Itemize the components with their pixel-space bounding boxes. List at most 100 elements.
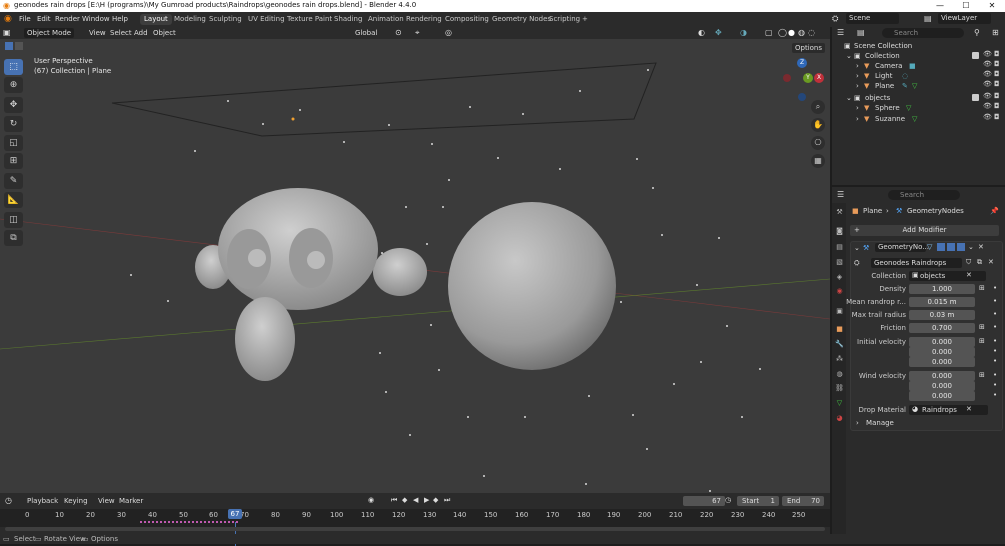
outliner-row[interactable]: › ▼ Sphere ▽ 👁 ◘: [832, 103, 1005, 113]
end-frame-field[interactable]: End 70: [782, 496, 824, 506]
play-reverse-icon[interactable]: ◀: [413, 496, 418, 504]
overlays-icon[interactable]: ◑: [740, 28, 747, 37]
shield-icon[interactable]: ⛉: [966, 258, 971, 267]
new-collection-icon[interactable]: ⊞: [992, 28, 999, 37]
clear-collection-icon[interactable]: ✕: [966, 271, 972, 279]
jump-end-icon[interactable]: ⏭: [444, 496, 450, 505]
menu-keying[interactable]: Keying: [64, 497, 88, 505]
keyframe-dot-icon[interactable]: •: [993, 381, 997, 389]
tab-texture-paint[interactable]: Texture Paint: [283, 14, 336, 25]
max-trail-radius-field[interactable]: 0.03 m: [909, 310, 975, 320]
tab-rendering[interactable]: Rendering: [402, 14, 446, 25]
menu-marker[interactable]: Marker: [119, 497, 143, 505]
add-cube-tool-icon[interactable]: ◫: [4, 212, 23, 228]
expand-arrow-icon[interactable]: ›: [856, 114, 859, 124]
preview-range-clock-icon[interactable]: ◷: [725, 496, 731, 504]
eye-icon[interactable]: 👁: [983, 61, 992, 68]
timeline-scrollbar[interactable]: [5, 527, 825, 531]
render-camera-icon[interactable]: ◘: [994, 71, 1001, 78]
3d-viewport[interactable]: User Perspective (67) Collection | Plane…: [0, 39, 830, 493]
current-frame-field[interactable]: 67: [683, 496, 725, 506]
unlink-icon[interactable]: ✕: [988, 258, 994, 266]
eye-icon[interactable]: 👁: [983, 81, 992, 88]
object-tab-icon[interactable]: ■: [835, 325, 844, 334]
outliner-row[interactable]: ⌄ ▣ objects 👁 ◘: [832, 93, 1005, 103]
eye-icon[interactable]: 👁: [983, 93, 992, 100]
properties-editor-icon[interactable]: ☰: [837, 190, 844, 199]
transform-orientation-dropdown[interactable]: Global: [352, 28, 380, 38]
tab-shading[interactable]: Shading: [330, 14, 366, 25]
outliner-row[interactable]: › ▼ Camera ■ 👁 ◘: [832, 61, 1005, 71]
tool-tab-icon[interactable]: ⚒: [835, 208, 844, 217]
solid-shading-icon[interactable]: ●: [788, 28, 795, 37]
menu-playback[interactable]: Playback: [27, 497, 58, 505]
expand-arrow-icon[interactable]: ›: [856, 81, 859, 91]
gizmo-toggle-icon[interactable]: ✥: [715, 28, 722, 37]
play-icon[interactable]: ▶: [424, 496, 429, 504]
menu-render[interactable]: Render: [55, 15, 80, 23]
exclude-checkbox[interactable]: [972, 52, 979, 59]
remove-modifier-icon[interactable]: ✕: [978, 243, 984, 251]
keyframe-dot-icon[interactable]: •: [993, 357, 997, 365]
wind-velocity-x-field[interactable]: 0.000: [909, 371, 975, 381]
pin-icon[interactable]: 📌: [990, 207, 999, 215]
add-workspace-button[interactable]: +: [578, 14, 592, 25]
wind-velocity-z-field[interactable]: 0.000: [909, 391, 975, 401]
initial-velocity-y-field[interactable]: 0.000: [909, 347, 975, 357]
wind-velocity-y-field[interactable]: 0.000: [909, 381, 975, 391]
filter-icon[interactable]: ⚲: [974, 28, 980, 37]
render-tab-icon[interactable]: ◙: [835, 227, 844, 236]
manage-subpanel[interactable]: › Manage: [856, 418, 894, 428]
gizmo-y-axis[interactable]: Y: [803, 73, 813, 83]
select-mode-new-icon[interactable]: [5, 42, 13, 50]
snap-icon[interactable]: ⌖: [415, 28, 420, 38]
outliner-row[interactable]: ▣ Scene Collection: [832, 41, 1005, 51]
gizmo-neg-z[interactable]: [798, 93, 806, 101]
tab-modeling[interactable]: Modeling: [170, 14, 210, 25]
prev-keyframe-icon[interactable]: ◆: [402, 496, 407, 504]
collection-field[interactable]: objects: [909, 271, 986, 281]
gizmo-x-axis[interactable]: X: [814, 73, 824, 83]
expand-arrow-icon[interactable]: ›: [856, 61, 859, 71]
input-toggle-icon[interactable]: ⊞: [979, 323, 985, 331]
realtime-toggle-icon[interactable]: [947, 243, 955, 251]
render-camera-icon[interactable]: ◘: [994, 93, 1001, 100]
clear-material-icon[interactable]: ✕: [966, 405, 972, 413]
outliner-editor-icon[interactable]: ☰: [837, 28, 844, 37]
camera-view-icon[interactable]: ⎔: [811, 136, 825, 150]
outliner-search-input[interactable]: Search: [882, 28, 964, 38]
jump-start-icon[interactable]: ⏮: [391, 496, 397, 505]
playhead-indicator[interactable]: 67: [228, 509, 242, 519]
next-keyframe-icon[interactable]: ◆: [433, 496, 438, 504]
render-camera-icon[interactable]: ◘: [994, 51, 1001, 58]
material-tab-icon[interactable]: ◕: [835, 414, 844, 423]
keyframe-dot-icon[interactable]: •: [993, 284, 997, 292]
collection-tab-icon[interactable]: ▣: [835, 307, 844, 316]
add-modifier-button[interactable]: + Add Modifier: [850, 225, 999, 236]
gizmo-neg-x[interactable]: [783, 74, 791, 82]
output-tab-icon[interactable]: ▤: [835, 243, 844, 252]
eye-icon[interactable]: 👁: [983, 103, 992, 110]
viewport-options-button[interactable]: Options: [792, 43, 826, 53]
visibility-icon[interactable]: ◐: [698, 28, 705, 37]
eye-icon[interactable]: 👁: [983, 71, 992, 78]
xray-icon[interactable]: ▢: [765, 28, 773, 37]
annotate-tool-icon[interactable]: ✎: [4, 173, 23, 189]
minimize-button[interactable]: —: [927, 0, 953, 12]
keyframe-dot-icon[interactable]: •: [993, 310, 997, 318]
data-tab-icon[interactable]: ▽: [835, 399, 844, 408]
input-toggle-icon[interactable]: ⊞: [979, 337, 985, 345]
menu-object[interactable]: Object: [150, 28, 179, 38]
maximize-button[interactable]: ☐: [953, 0, 979, 12]
transform-tool-icon[interactable]: ⊞: [4, 153, 23, 169]
render-camera-icon[interactable]: ◘: [994, 114, 1001, 121]
expand-arrow-icon[interactable]: ›: [856, 71, 859, 81]
mean-radius-field[interactable]: 0.015 m: [909, 297, 975, 307]
outliner-row[interactable]: › ▼ Suzanne ▽ 👁 ◘: [832, 114, 1005, 124]
tab-uv-editing[interactable]: UV Editing: [244, 14, 289, 25]
display-mode-icon[interactable]: ▤: [857, 28, 865, 37]
physics-tab-icon[interactable]: ◍: [835, 370, 844, 379]
input-toggle-icon[interactable]: ⊞: [979, 284, 985, 292]
select-mode-extend-icon[interactable]: [15, 42, 23, 50]
object-mode-dropdown[interactable]: Object Mode: [24, 28, 75, 38]
